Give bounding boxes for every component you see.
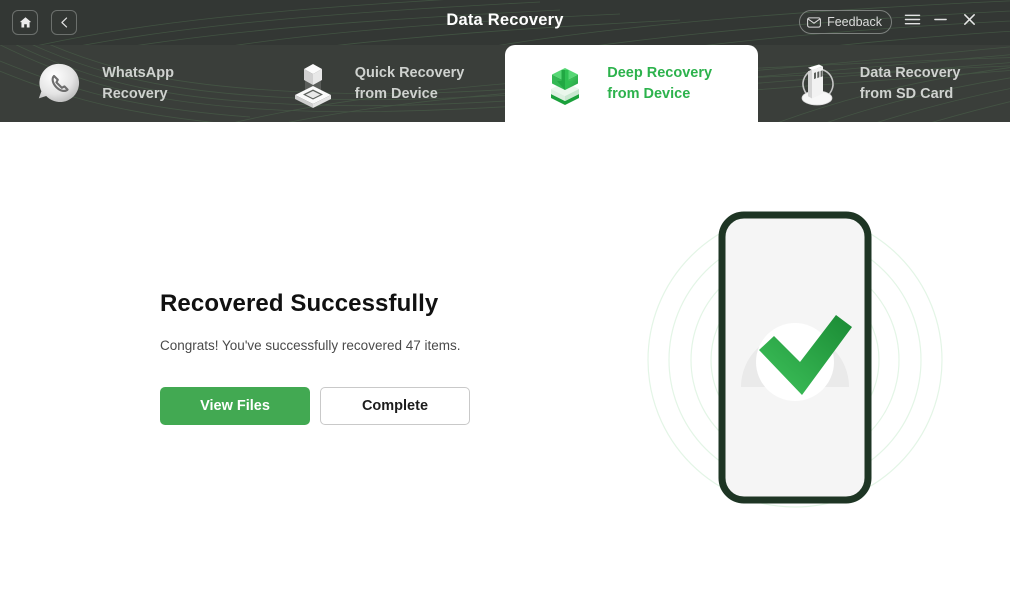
tab-deep-recovery-from-device[interactable]: Deep Recovery from Device	[505, 45, 758, 122]
sd-card-icon	[801, 64, 834, 105]
tab-label: Deep Recovery from Device	[607, 64, 713, 102]
success-panel: Recovered Successfully Congrats! You've …	[160, 290, 590, 425]
minimize-icon	[934, 18, 947, 21]
menu-button[interactable]	[904, 12, 921, 27]
view-files-button[interactable]: View Files	[160, 387, 310, 425]
title-bar: Data Recovery Feedback	[0, 0, 1010, 45]
tab-quick-recovery-from-device[interactable]: Quick Recovery from Device	[253, 45, 506, 122]
success-headline: Recovered Successfully	[160, 290, 439, 317]
tab-label: Quick Recovery from Device	[354, 64, 465, 102]
cube-platform-icon	[294, 63, 331, 108]
feedback-button[interactable]: Feedback	[799, 10, 892, 34]
success-illustration	[647, 211, 943, 508]
feedback-label: Feedback	[827, 15, 882, 29]
tab-data-recovery-from-sd-card[interactable]: Data Recovery from SD Card	[758, 45, 1010, 122]
tab-bar: WhatsApp Recovery Quick Recovery from De…	[0, 45, 1010, 122]
action-buttons: View Files Complete	[160, 387, 590, 425]
tab-label: WhatsApp Recovery	[102, 64, 174, 102]
tab-label: Data Recovery from SD Card	[859, 64, 961, 102]
tab-whatsapp-recovery[interactable]: WhatsApp Recovery	[0, 45, 253, 122]
envelope-icon	[807, 16, 822, 28]
close-icon	[964, 14, 975, 25]
whatsapp-bubble-icon	[39, 63, 80, 102]
close-button[interactable]	[962, 12, 977, 27]
content-area: Recovered Successfully Congrats! You've …	[0, 122, 1010, 600]
success-subtext: Congrats! You've successfully recovered …	[160, 338, 461, 353]
hamburger-menu-icon	[904, 14, 921, 25]
green-box-download-icon	[551, 67, 580, 105]
complete-button[interactable]: Complete	[320, 387, 470, 425]
application-window: Data Recovery Feedback WhatsApp Recovery…	[0, 0, 1010, 600]
minimize-button[interactable]	[933, 12, 948, 27]
